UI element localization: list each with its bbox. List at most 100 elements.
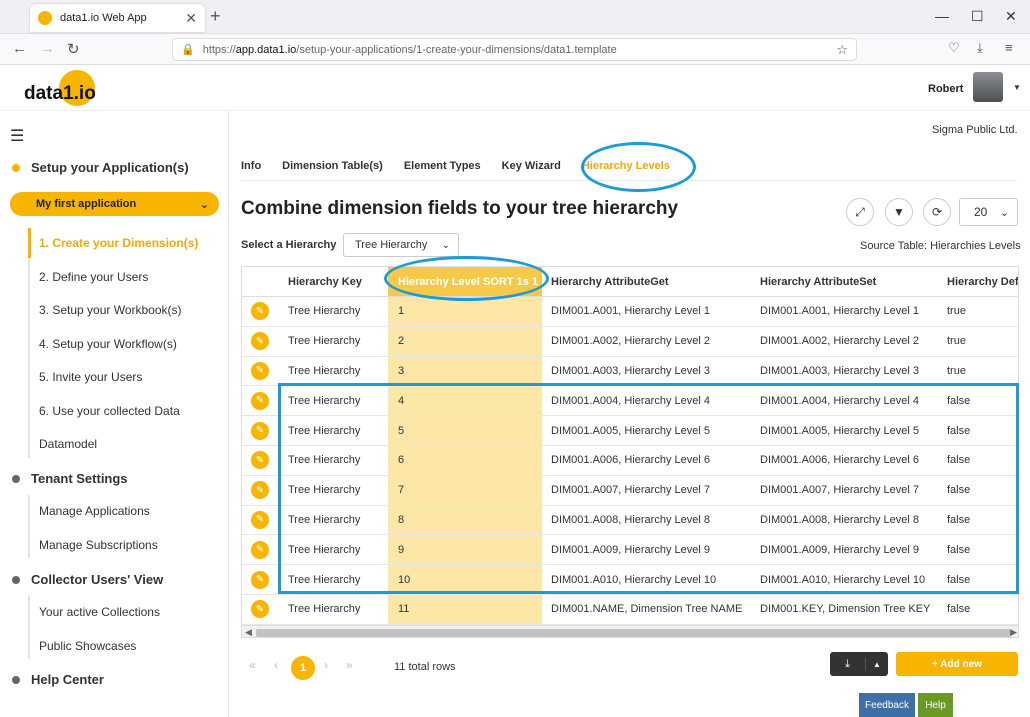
browser-tab[interactable]: data1.io Web App ✕ [30,4,205,32]
cell-attribute-set: DIM001.A003, Hierarchy Level 3 [760,364,919,377]
sidebar-item-setup-workbooks[interactable]: 3. Setup your Workbook(s) [39,303,182,317]
cell-attribute-get: DIM001.A004, Hierarchy Level 4 [551,394,710,407]
sidebar-item-create-dimensions[interactable]: 1. Create your Dimension(s) [39,236,198,250]
reload-icon[interactable]: ↻ [67,40,80,58]
cell-level-sort: 4 [398,394,405,407]
download-button[interactable]: ⤓ ▲ [830,652,888,676]
add-new-button[interactable]: + Add new [896,652,1018,676]
sidebar-item-active-collections[interactable]: Your active Collections [39,605,160,619]
application-select[interactable]: My first application ⌄ [10,192,219,216]
sidebar-item-collected-data[interactable]: 6. Use your collected Data [39,404,180,418]
chevron-down-icon: ⌄ [999,206,1009,219]
sidebar-item-invite-users[interactable]: 5. Invite your Users [39,370,142,384]
horizontal-scrollbar[interactable]: ◀ ▶ [242,625,1018,637]
refresh-button[interactable]: ⟳ [923,198,951,226]
user-menu-caret-icon[interactable]: ▼ [1013,83,1021,92]
active-item-indicator [28,228,31,258]
total-rows: 11 total rows [394,661,456,673]
cell-attribute-set: DIM001.A009, Hierarchy Level 9 [760,543,919,556]
edit-cell: ✎ [251,446,269,475]
edit-icon[interactable]: ✎ [251,540,269,559]
refresh-icon: ⟳ [931,205,943,219]
close-tab-icon[interactable]: ✕ [185,10,197,27]
pocket-icon[interactable]: ♡ [948,40,960,56]
last-page-icon[interactable]: » [346,658,353,672]
cell-level-sort: 1 [398,305,405,318]
table-row: ✎ Tree Hierarchy 5 DIM001.A005, Hierarchy L… [242,416,1018,446]
hierarchy-select[interactable]: Tree Hierarchy ⌄ [343,233,459,257]
minimize-icon[interactable]: — [935,8,949,24]
window-close-icon[interactable]: ✕ [1005,8,1017,25]
url-path: /setup-your-applications/1-create-your-d… [296,43,617,56]
maximize-icon[interactable]: ☐ [971,8,984,25]
edit-cell: ✎ [251,416,269,445]
column-header-attribute-set[interactable]: Hierarchy AttributeSet [760,267,876,296]
hamburger-menu-icon[interactable]: ☰ [10,126,24,146]
sidebar-item-public-showcases[interactable]: Public Showcases [39,639,136,653]
edit-icon[interactable]: ✎ [251,600,269,619]
edit-icon[interactable]: ✎ [251,510,269,529]
column-header-hierarchy-key[interactable]: Hierarchy Key [288,267,362,296]
column-header-attribute-get[interactable]: Hierarchy AttributeGet [551,267,669,296]
sidebar-item-setup-workflows[interactable]: 4. Setup your Workflow(s) [39,337,177,351]
sidebar-item-datamodel[interactable]: Datamodel [39,437,97,451]
download-icon[interactable]: ⤓ [977,40,983,56]
edit-icon[interactable]: ✎ [251,451,269,470]
edit-icon[interactable]: ✎ [251,361,269,380]
cell-hierarchy-key: Tree Hierarchy [288,603,361,616]
cell-hierarchy-def: false [947,484,971,497]
url-bar[interactable]: 🔒 https://app.data1.io/setup-your-applic… [172,38,857,61]
sidebar-item-define-users[interactable]: 2. Define your Users [39,270,148,284]
edit-icon[interactable]: ✎ [251,570,269,589]
avatar[interactable] [973,72,1003,102]
scroll-right-icon[interactable]: ▶ [1010,627,1017,637]
filter-button[interactable]: ▼ [885,198,913,226]
section-title: Tenant Settings [31,471,128,486]
sidebar-item-manage-applications[interactable]: Manage Applications [39,504,150,518]
current-page-button[interactable]: 1 [291,656,315,680]
cell-level-sort: 2 [398,335,405,348]
cell-attribute-set: DIM001.A007, Hierarchy Level 7 [760,484,919,497]
cell-hierarchy-def: true [947,305,966,318]
user-name[interactable]: Robert [928,83,963,95]
page-size-select[interactable]: 20 ⌄ [959,198,1018,226]
table-row: ✎ Tree Hierarchy 3 DIM001.A003, Hierarchy L… [242,357,1018,387]
download-icon: ⤓ [830,657,866,671]
column-header-level-sort[interactable]: Hierarchy Level SORT 1s 1 [398,267,538,296]
sidebar-item-manage-subscriptions[interactable]: Manage Subscriptions [39,538,158,552]
forward-icon[interactable]: → [40,40,55,57]
edit-icon[interactable]: ✎ [251,302,269,321]
logo[interactable]: data1.io [24,83,96,105]
expand-icon: ⤢ [855,204,865,219]
sidebar: ☰ Setup your Application(s) My first app… [0,111,229,717]
edit-icon[interactable]: ✎ [251,391,269,410]
cell-attribute-get: DIM001.A008, Hierarchy Level 8 [551,513,710,526]
submenu-line [28,596,30,659]
prev-page-icon[interactable]: ‹ [274,658,278,672]
tab-divider [241,180,1017,181]
back-icon[interactable]: ← [12,40,27,57]
expand-button[interactable]: ⤢ [846,198,874,226]
first-page-icon[interactable]: « [249,658,256,672]
sidebar-section-help[interactable]: Help Center [12,672,104,687]
sidebar-section-tenant[interactable]: Tenant Settings [12,471,128,486]
new-tab-icon[interactable]: + [210,6,221,27]
section-title: Setup your Application(s) [31,160,189,175]
feedback-button[interactable]: Feedback [859,693,915,717]
sidebar-section-setup[interactable]: Setup your Application(s) [12,160,189,175]
edit-icon[interactable]: ✎ [251,481,269,500]
cell-level-sort: 6 [398,454,405,467]
edit-icon[interactable]: ✎ [251,332,269,351]
sidebar-section-collector[interactable]: Collector Users' View [12,572,163,587]
help-button[interactable]: Help [918,693,953,717]
caret-up-icon[interactable]: ▲ [866,660,888,669]
bookmark-star-icon[interactable]: ☆ [836,42,848,58]
scroll-left-icon[interactable]: ◀ [245,627,252,637]
scrollbar-thumb[interactable] [256,629,1011,637]
cell-hierarchy-key: Tree Hierarchy [288,424,361,437]
menu-icon[interactable]: ≡ [1005,40,1013,55]
column-header-hierarchy-def[interactable]: Hierarchy Def [947,267,1018,296]
next-page-icon[interactable]: › [324,658,328,672]
edit-icon[interactable]: ✎ [251,421,269,440]
cell-hierarchy-key: Tree Hierarchy [288,543,361,556]
